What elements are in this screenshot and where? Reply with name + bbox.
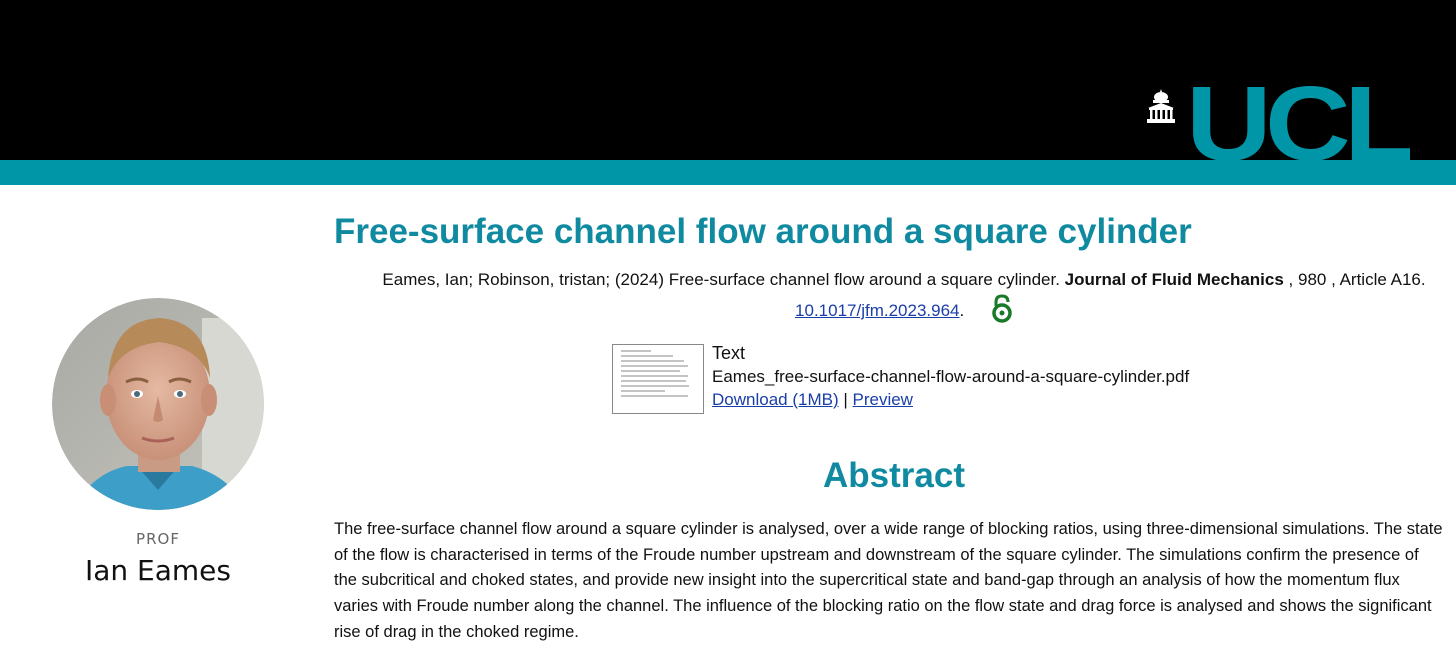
doi-link[interactable]: 10.1017/jfm.2023.964 [795, 301, 959, 320]
ucl-logo[interactable]: UCL [1146, 82, 1410, 185]
doi-suffix: . [959, 301, 965, 320]
publication-main: Free-surface channel flow around a squar… [334, 206, 1446, 641]
abstract-text: The free-surface channel flow around a s… [334, 520, 1443, 641]
citation: Eames, Ian; Robinson, tristan; (2024) Fr… [334, 266, 1446, 325]
document-type: Text [712, 343, 746, 363]
download-link[interactable]: Download (1MB) [712, 390, 839, 409]
citation-journal: Journal of Fluid Mechanics [1064, 270, 1284, 289]
link-separator: | [843, 390, 848, 409]
document-filename: Eames_free-surface-channel-flow-around-a… [712, 367, 1190, 386]
citation-volume: , 980 , Article A16. [1288, 270, 1426, 289]
abstract-heading: Abstract [823, 456, 965, 495]
document-info: Text Eames_free-surface-channel-flow-aro… [712, 342, 1189, 414]
profile-card: PROF Ian Eames [52, 298, 264, 587]
portico-icon [1147, 89, 1175, 123]
citation-authors: Eames, Ian; Robinson, tristan; (2024) Fr… [382, 270, 1060, 289]
page-title: Free-surface channel flow around a squar… [334, 212, 1192, 251]
profile-title: PROF [136, 530, 180, 548]
profile-name[interactable]: Ian Eames [32, 554, 284, 587]
document-thumbnail[interactable] [612, 344, 704, 414]
document-entry: Text Eames_free-surface-channel-flow-aro… [612, 342, 1189, 414]
open-access-icon [992, 294, 1012, 323]
preview-link[interactable]: Preview [853, 390, 913, 409]
profile-photo[interactable] [52, 298, 264, 510]
logo-wordmark: UCL [1186, 84, 1410, 183]
